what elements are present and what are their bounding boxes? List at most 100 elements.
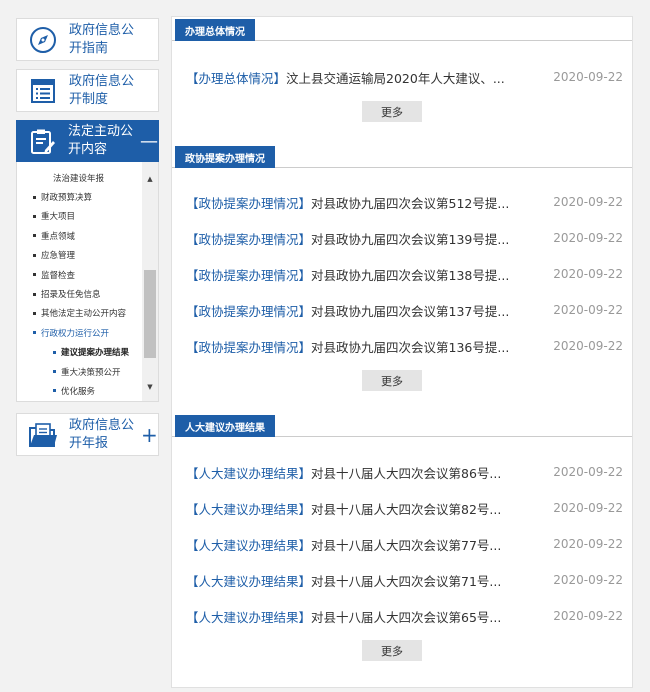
bullet-icon bbox=[53, 350, 56, 354]
scroll-thumb[interactable] bbox=[144, 270, 156, 358]
bullet-icon bbox=[53, 389, 56, 393]
bullet-icon bbox=[33, 195, 36, 199]
item-date: 2020-09-22 bbox=[553, 573, 623, 587]
list-item[interactable]: 【人大建议办理结果】对县十八届人大四次会议第65号... 2020-09-22 bbox=[172, 606, 632, 626]
bullet-icon bbox=[33, 253, 36, 257]
section-overall: 办理总体情况 【办理总体情况】汶上县交通运输局2020年人大建议、... 202… bbox=[172, 19, 632, 122]
bullet-icon bbox=[33, 311, 36, 315]
section-header: 办理总体情况 bbox=[172, 19, 632, 41]
item-title[interactable]: 对县十八届人大四次会议第65号... bbox=[311, 610, 501, 625]
item-title[interactable]: 对县十八届人大四次会议第71号... bbox=[311, 574, 501, 589]
item-tag[interactable]: 【政协提案办理情况】 bbox=[186, 196, 311, 211]
item-title[interactable]: 对县十八届人大四次会议第86号... bbox=[311, 466, 501, 481]
collapse-icon[interactable]: — bbox=[140, 131, 158, 152]
item-tag[interactable]: 【人大建议办理结果】 bbox=[186, 502, 311, 517]
bullet-icon bbox=[33, 234, 36, 238]
submenu-item[interactable]: 其他法定主动公开内容 bbox=[17, 304, 143, 323]
expand-plus-icon[interactable]: + bbox=[141, 423, 158, 447]
sidebar-guide[interactable]: 政府信息公开指南 bbox=[16, 18, 159, 61]
bullet-icon bbox=[33, 214, 36, 218]
sidebar-system[interactable]: 政府信息公开制度 bbox=[16, 69, 159, 112]
submenu-item[interactable]: 建议提案办理结果 bbox=[17, 343, 143, 362]
item-tag[interactable]: 【政协提案办理情况】 bbox=[186, 304, 311, 319]
item-tag[interactable]: 【政协提案办理情况】 bbox=[186, 268, 311, 283]
submenu-item[interactable]: 财政预算决算 bbox=[17, 187, 143, 206]
list-item[interactable]: 【政协提案办理情况】对县政协九届四次会议第137号提... 2020-09-22 bbox=[172, 300, 632, 320]
item-date: 2020-09-22 bbox=[553, 609, 623, 623]
section-title: 政协提案办理情况 bbox=[175, 146, 275, 168]
clipboard-edit-icon bbox=[16, 120, 68, 162]
item-title[interactable]: 对县政协九届四次会议第512号提... bbox=[311, 196, 509, 211]
sidebar-system-label: 政府信息公开制度 bbox=[69, 73, 135, 107]
more-button[interactable]: 更多 bbox=[362, 101, 422, 122]
list-item[interactable]: 【人大建议办理结果】对县十八届人大四次会议第82号... 2020-09-22 bbox=[172, 498, 632, 518]
scroll-up-arrow-icon[interactable]: ▲ bbox=[142, 172, 158, 186]
submenu-item[interactable]: 招录及任免信息 bbox=[17, 284, 143, 303]
item-date: 2020-09-22 bbox=[553, 231, 623, 245]
item-date: 2020-09-22 bbox=[553, 465, 623, 479]
submenu-list: 法治建设年报财政预算决算 重大项目重点领域 应急管理 监督检查招录及任免信息其他法定主… bbox=[17, 168, 143, 401]
submenu-item[interactable]: 优化服务 bbox=[17, 381, 143, 400]
compass-icon bbox=[17, 19, 69, 60]
item-title[interactable]: 对县政协九届四次会议第138号提... bbox=[311, 268, 509, 283]
list-item[interactable]: 【办理总体情况】汶上县交通运输局2020年人大建议、... 2020-09-22 bbox=[172, 67, 632, 87]
list-item[interactable]: 【政协提案办理情况】对县政协九届四次会议第512号提... 2020-09-22 bbox=[172, 192, 632, 212]
list-item[interactable]: 【政协提案办理情况】对县政协九届四次会议第139号提... 2020-09-22 bbox=[172, 228, 632, 248]
bullet-icon bbox=[53, 370, 56, 374]
submenu-item-label: 行政权力运行公开 bbox=[41, 328, 110, 339]
submenu-item[interactable]: 监督检查 bbox=[17, 265, 143, 284]
submenu-item[interactable]: 应急管理 bbox=[17, 246, 143, 265]
sidebar-annual-label: 政府信息公开年报 bbox=[69, 417, 135, 451]
item-date: 2020-09-22 bbox=[553, 267, 623, 281]
list-item[interactable]: 【人大建议办理结果】对县十八届人大四次会议第71号... 2020-09-22 bbox=[172, 570, 632, 590]
sidebar-active-content[interactable]: 法定主动公开内容 — bbox=[16, 120, 159, 162]
submenu-item-label: 重大项目 bbox=[41, 212, 76, 223]
submenu-item-label: 重大决策预公开 bbox=[61, 367, 121, 378]
section-header: 政协提案办理情况 bbox=[172, 146, 632, 168]
item-tag[interactable]: 【人大建议办理结果】 bbox=[186, 538, 311, 553]
item-tag[interactable]: 【办理总体情况】 bbox=[186, 71, 286, 86]
item-title[interactable]: 汶上县交通运输局2020年人大建议、... bbox=[286, 71, 505, 86]
main-content-panel: 办理总体情况 【办理总体情况】汶上县交通运输局2020年人大建议、... 202… bbox=[171, 16, 633, 688]
item-title[interactable]: 对县十八届人大四次会议第77号... bbox=[311, 538, 501, 553]
section-cppcc-proposals: 政协提案办理情况 【政协提案办理情况】对县政协九届四次会议第512号提... 2… bbox=[172, 146, 632, 391]
item-tag[interactable]: 【人大建议办理结果】 bbox=[186, 574, 311, 589]
item-title[interactable]: 对县十八届人大四次会议第82号... bbox=[311, 502, 501, 517]
submenu-item[interactable]: 行政权力运行公开 bbox=[17, 323, 143, 342]
submenu-item-label: 优化服务 bbox=[61, 386, 96, 397]
section-header: 人大建议办理结果 bbox=[172, 415, 632, 437]
bullet-icon bbox=[33, 273, 36, 277]
submenu-panel: 法治建设年报财政预算决算 重大项目重点领域 应急管理 监督检查招录及任免信息其他法定主… bbox=[16, 162, 159, 402]
scroll-down-arrow-icon[interactable]: ▼ bbox=[142, 380, 158, 394]
submenu-item[interactable]: 重大项目 bbox=[17, 207, 143, 226]
item-tag[interactable]: 【政协提案办理情况】 bbox=[186, 232, 311, 247]
list-item[interactable]: 【政协提案办理情况】对县政协九届四次会议第136号提... 2020-09-22 bbox=[172, 336, 632, 356]
list-item[interactable]: 【人大建议办理结果】对县十八届人大四次会议第77号... 2020-09-22 bbox=[172, 534, 632, 554]
item-date: 2020-09-22 bbox=[553, 303, 623, 317]
list-document-icon bbox=[17, 70, 69, 111]
submenu-item-label: 建议提案办理结果 bbox=[61, 348, 130, 359]
more-button[interactable]: 更多 bbox=[362, 640, 422, 661]
scrollbar[interactable]: ▲ ▼ bbox=[142, 162, 158, 401]
submenu-item[interactable]: 重点领域 bbox=[17, 226, 143, 245]
submenu-item-label: 财政预算决算 bbox=[41, 193, 93, 204]
item-date: 2020-09-22 bbox=[553, 537, 623, 551]
sidebar-annual-report[interactable]: 政府信息公开年报 + bbox=[16, 413, 159, 456]
item-tag[interactable]: 【人大建议办理结果】 bbox=[186, 466, 311, 481]
sidebar-active-label: 法定主动公开内容 bbox=[68, 124, 134, 157]
item-title[interactable]: 对县政协九届四次会议第136号提... bbox=[311, 340, 509, 355]
submenu-item[interactable]: 重大决策预公开 bbox=[17, 362, 143, 381]
item-tag[interactable]: 【人大建议办理结果】 bbox=[186, 610, 311, 625]
sidebar-guide-label: 政府信息公开指南 bbox=[69, 22, 135, 56]
folder-document-icon bbox=[17, 414, 69, 455]
submenu-item[interactable]: 法治建设年报 bbox=[17, 168, 143, 187]
item-title[interactable]: 对县政协九届四次会议第137号提... bbox=[311, 304, 509, 319]
list-item[interactable]: 【政协提案办理情况】对县政协九届四次会议第138号提... 2020-09-22 bbox=[172, 264, 632, 284]
bullet-icon bbox=[33, 292, 36, 296]
item-title[interactable]: 对县政协九届四次会议第139号提... bbox=[311, 232, 509, 247]
list-item[interactable]: 【人大建议办理结果】对县十八届人大四次会议第86号... 2020-09-22 bbox=[172, 462, 632, 482]
more-button[interactable]: 更多 bbox=[362, 370, 422, 391]
submenu-item-label: 招录及任免信息 bbox=[41, 290, 101, 301]
item-date: 2020-09-22 bbox=[553, 339, 623, 353]
item-tag[interactable]: 【政协提案办理情况】 bbox=[186, 340, 311, 355]
